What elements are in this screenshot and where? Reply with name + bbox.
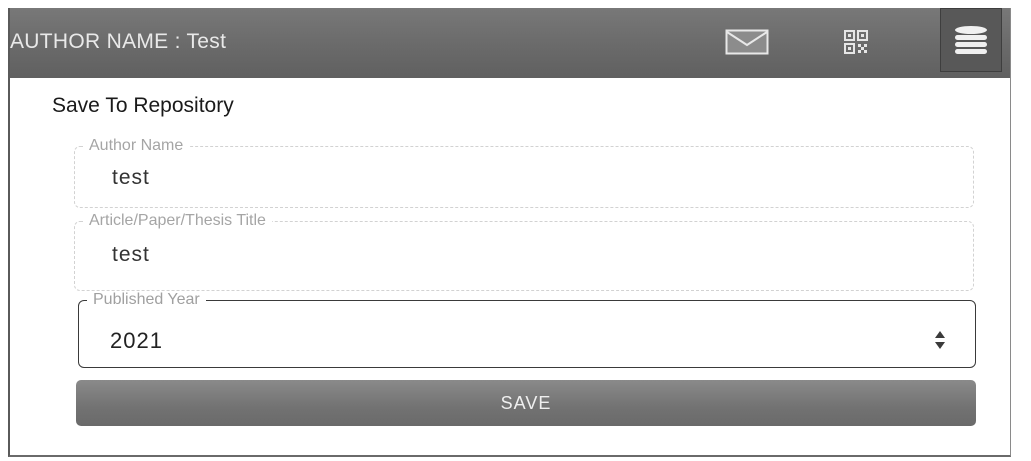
author-name-outline: Author Name [74,138,974,208]
paper-title-outline: Article/Paper/Thesis Title [74,213,974,291]
author-name-field-label: Author Name [89,137,184,154]
paper-title-field-label: Article/Paper/Thesis Title [89,212,266,229]
author-name-label: AUTHOR NAME : Test [10,30,227,53]
published-year-select[interactable]: Published Year 2021 [78,292,976,368]
published-year-outline: Published Year [78,292,976,368]
paper-title-value[interactable]: test [112,243,150,267]
database-icon [955,26,987,54]
published-year-field-label: Published Year [93,291,200,308]
author-name-value[interactable]: test [112,166,150,190]
save-button[interactable]: SAVE [76,380,976,426]
qr-code-button[interactable] [836,24,876,60]
updown-chevron-icon[interactable] [934,330,946,350]
mail-icon [725,29,769,55]
qr-code-icon [844,30,868,54]
author-name-field[interactable]: Author Name test [74,138,974,208]
form-title: Save To Repository [52,94,234,117]
paper-title-field[interactable]: Article/Paper/Thesis Title test [74,213,974,291]
published-year-value[interactable]: 2021 [110,328,163,354]
header-bar: AUTHOR NAME : Test [10,8,1010,78]
mail-button[interactable] [722,24,772,60]
app-window: AUTHOR NAME : Test Save To Repository Au… [8,8,1011,457]
repository-button[interactable] [940,8,1002,72]
